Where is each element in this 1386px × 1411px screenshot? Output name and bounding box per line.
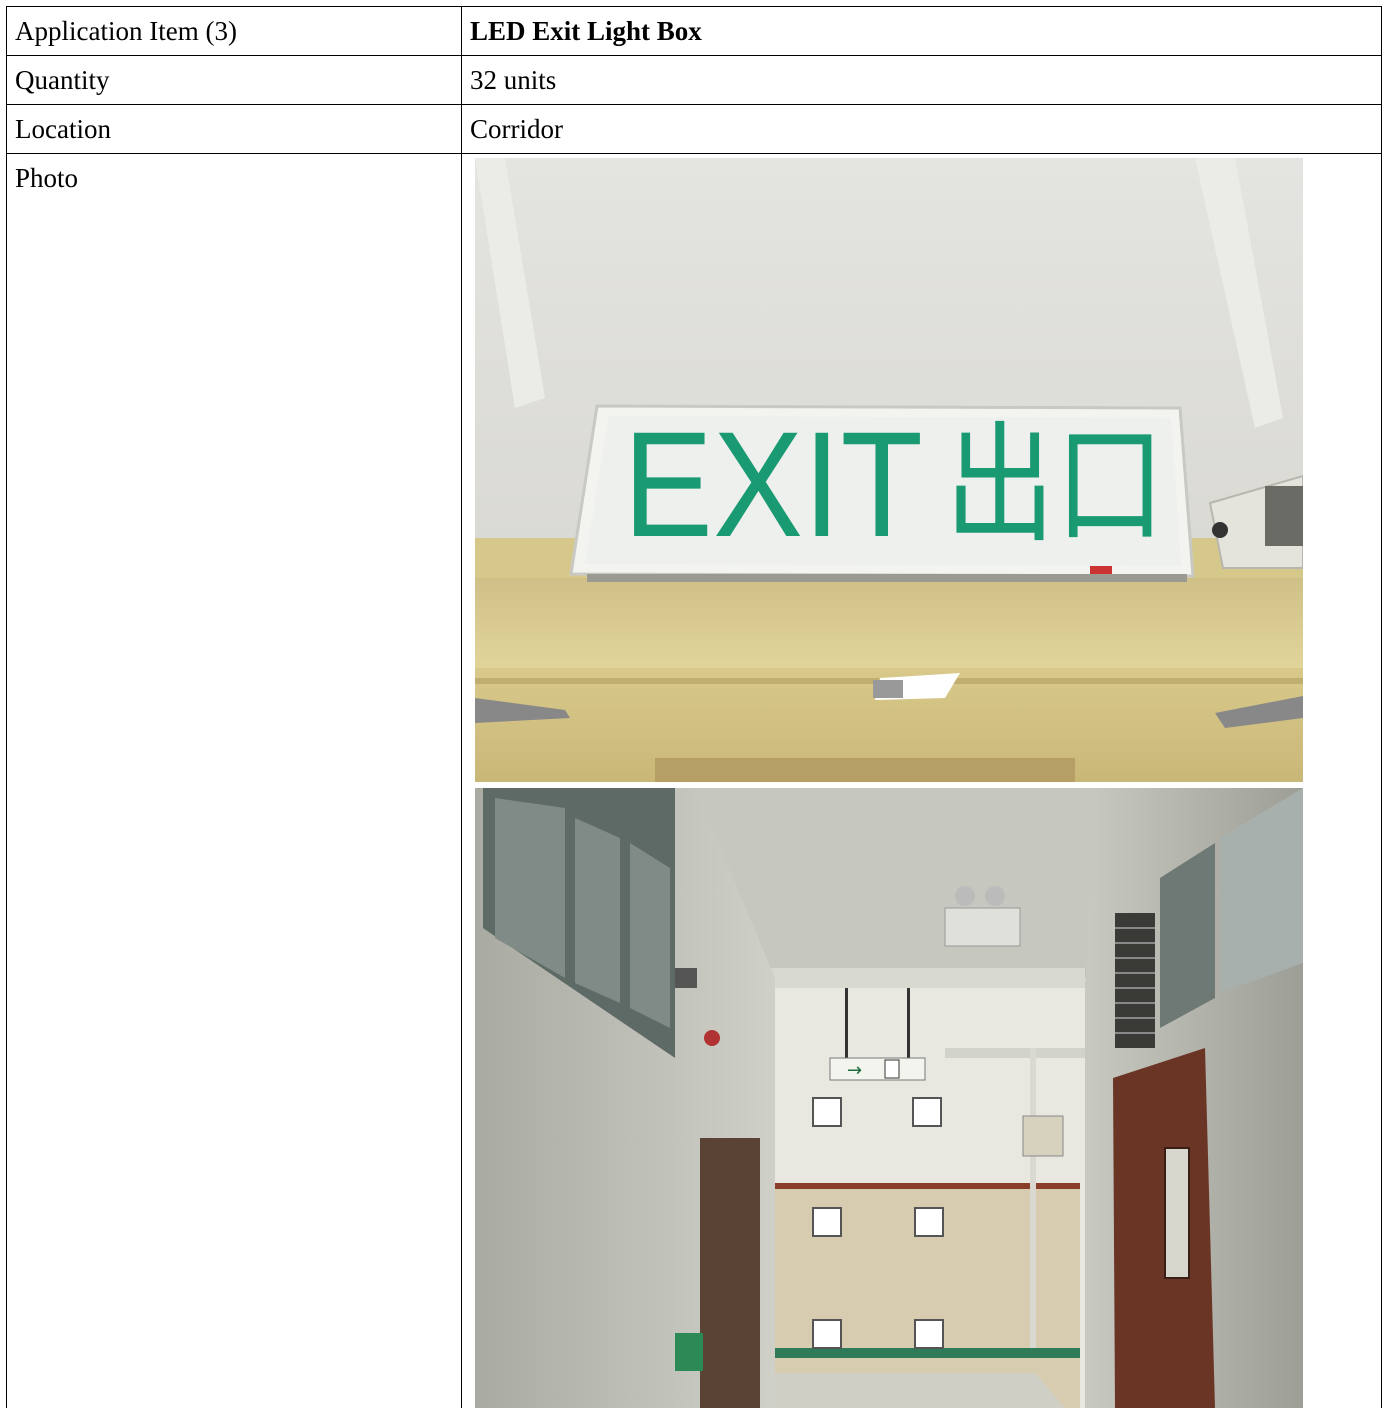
svg-text:→: →: [847, 1060, 862, 1081]
location-value: Corridor: [461, 104, 1382, 154]
exit-sign-text: EXIT: [623, 400, 923, 568]
photo-label: Photo: [6, 153, 462, 1408]
exit-sign-chinese-text: 出口: [945, 409, 1165, 561]
photo-cell: EXIT 出口 →: [461, 153, 1382, 1408]
quantity-value: 32 units: [461, 55, 1382, 105]
corridor-photo-drawing: →: [475, 788, 1303, 1408]
table-row-location: Location Corridor: [6, 104, 1382, 154]
application-item-value: LED Exit Light Box: [461, 6, 1382, 56]
corridor-photo: →: [475, 788, 1303, 1408]
table-row-photo: Photo EXIT 出口 →: [6, 153, 1382, 1408]
exit-sign-photo-drawing: EXIT 出口: [475, 158, 1303, 782]
exit-sign-photo: EXIT 出口: [475, 158, 1303, 782]
location-label: Location: [6, 104, 462, 154]
quantity-label: Quantity: [6, 55, 462, 105]
table-row-application-item: Application Item (3) LED Exit Light Box: [6, 6, 1382, 56]
application-item-label: Application Item (3): [6, 6, 462, 56]
table-row-quantity: Quantity 32 units: [6, 55, 1382, 105]
application-item-table: Application Item (3) LED Exit Light Box …: [6, 6, 1382, 1408]
